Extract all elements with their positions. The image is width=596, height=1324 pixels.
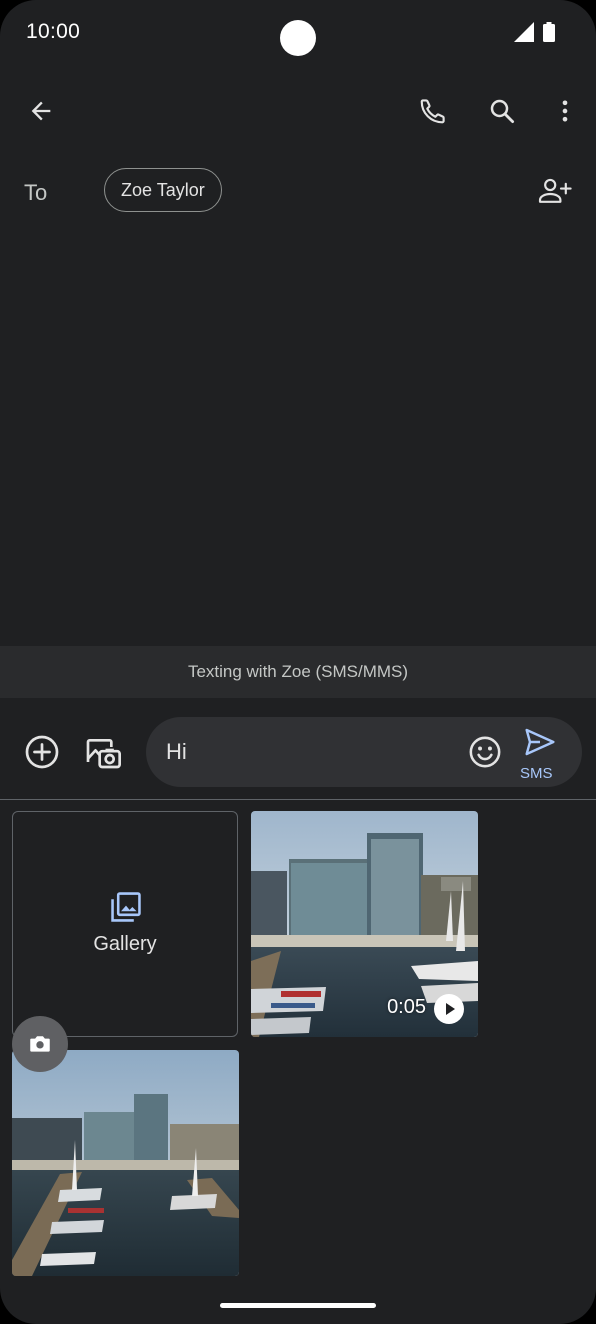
add-media-camera-icon	[86, 739, 121, 769]
recipient-row: To Zoe Taylor	[0, 160, 596, 226]
video-duration: 0:05	[387, 996, 426, 1018]
add-contact-button[interactable]	[532, 168, 578, 214]
back-button[interactable]	[18, 88, 64, 134]
compose-row: SMS	[0, 712, 596, 792]
emoji-button[interactable]	[462, 729, 508, 775]
divider	[0, 799, 596, 800]
send-sms-button[interactable]: SMS	[514, 725, 566, 782]
messages-screen: 10:00 To Zoe Taylor Texting with Zoe (SM…	[0, 0, 596, 1324]
call-button[interactable]	[410, 88, 456, 134]
add-attachment-button[interactable]	[19, 729, 65, 775]
photo-thumbnail[interactable]	[12, 1050, 239, 1276]
signal-icon	[514, 22, 534, 42]
more-vert-icon	[562, 100, 568, 122]
camera-button[interactable]	[12, 1016, 68, 1072]
battery-icon	[543, 22, 555, 42]
status-bar: 10:00	[0, 0, 596, 66]
status-time: 10:00	[26, 20, 81, 43]
add-person-icon	[538, 178, 572, 203]
message-box: SMS	[146, 717, 582, 787]
send-icon	[525, 728, 555, 756]
phone-icon	[420, 99, 445, 124]
recipient-chip[interactable]: Zoe Taylor	[104, 168, 222, 212]
front-camera-cutout	[280, 20, 316, 56]
media-picker-button[interactable]	[78, 727, 128, 777]
gallery-tile[interactable]: Gallery	[12, 811, 238, 1037]
more-options-button[interactable]	[542, 88, 588, 134]
send-label: SMS	[520, 765, 553, 782]
search-icon	[490, 99, 514, 123]
message-input[interactable]	[166, 737, 446, 767]
gallery-label: Gallery	[93, 933, 157, 955]
to-label: To	[24, 180, 48, 205]
search-button[interactable]	[479, 88, 525, 134]
add-circle-icon	[25, 735, 59, 769]
gallery-icon	[111, 892, 141, 922]
video-thumbnail[interactable]: 0:05	[251, 811, 478, 1037]
harbor-photo-image	[12, 1050, 239, 1276]
emoji-icon	[469, 736, 501, 768]
camera-icon	[30, 1036, 50, 1052]
sms-mode-banner: Texting with Zoe (SMS/MMS)	[0, 646, 596, 698]
back-arrow-icon	[31, 101, 51, 121]
play-icon	[434, 994, 464, 1024]
conversation-area	[0, 228, 596, 646]
gesture-nav-handle[interactable]	[220, 1303, 376, 1308]
top-app-bar	[0, 76, 596, 146]
